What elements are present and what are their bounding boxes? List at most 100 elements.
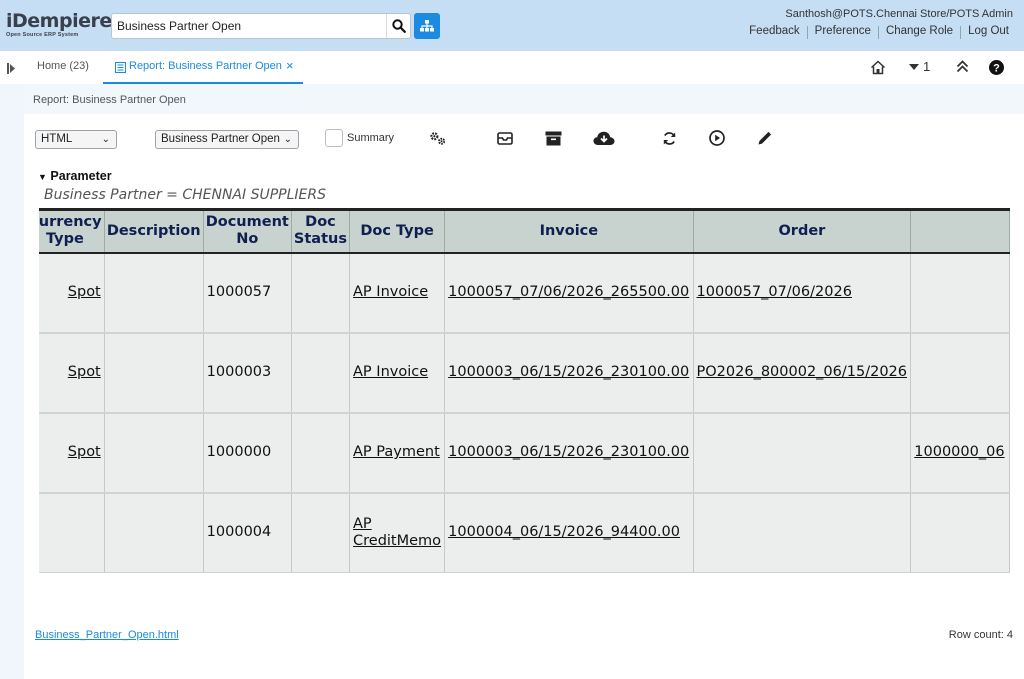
- table-row: Spot 1000057 AP Invoice 1000057_07/06/20…: [39, 252, 1010, 334]
- mail-icon: [497, 131, 513, 145]
- column-header-invoice: Invoice: [444, 208, 694, 254]
- app-header: iDempiere Open Source ERP System Santhos…: [0, 0, 1024, 51]
- cell-extra[interactable]: [910, 332, 1010, 414]
- feedback-link[interactable]: Feedback: [742, 25, 807, 39]
- run-button[interactable]: [708, 129, 726, 147]
- parameter-title: Parameter: [50, 169, 112, 183]
- chevron-down-icon: ⌄: [101, 134, 110, 145]
- cell-doc-status: [290, 492, 351, 573]
- edit-button[interactable]: [756, 129, 774, 147]
- search-input[interactable]: [112, 14, 386, 38]
- cell-order[interactable]: PO2026_800002_06/15/2026: [692, 332, 912, 414]
- breadcrumb-label: Report: Business Partner Open: [33, 94, 186, 106]
- table-row: 1000004 AP CreditMemo 1000004_06/15/2026…: [39, 492, 1010, 573]
- header-links: Feedback Preference Change Role Log Out: [742, 25, 1016, 39]
- cell-doc-status: [290, 252, 351, 334]
- table-row: Spot 1000003 AP Invoice 1000003_06/15/20…: [39, 332, 1010, 414]
- change-role-link[interactable]: Change Role: [879, 25, 960, 39]
- global-search: [111, 13, 411, 39]
- cell-invoice[interactable]: 1000003_06/15/2026_230100.00: [444, 412, 694, 494]
- help-icon: ?: [989, 60, 1004, 75]
- user-info: Santhosh@POTS.Chennai Store/POTS Admin: [785, 8, 1013, 20]
- cell-doc-status: [290, 412, 351, 494]
- output-format-value: HTML: [41, 133, 73, 145]
- search-button[interactable]: [386, 14, 410, 38]
- cell-invoice[interactable]: 1000004_06/15/2026_94400.00: [444, 492, 694, 573]
- cloud-download-icon: [593, 131, 615, 145]
- cell-extra[interactable]: [910, 492, 1010, 573]
- report-toolbar: HTML ⌄ Business Partner Open ⌄ Summary: [24, 121, 1024, 157]
- cell-invoice[interactable]: 1000057_07/06/2026_265500.00: [444, 252, 694, 334]
- parameter-section-toggle[interactable]: ▼ Parameter: [38, 169, 112, 183]
- tab-report-label: Report: Business Partner Open: [129, 60, 282, 72]
- cell-doc-type[interactable]: AP Invoice: [349, 252, 446, 334]
- expand-sidebar-icon: [7, 63, 15, 74]
- export-button[interactable]: [593, 129, 615, 147]
- window-tabbar: Home (23) Report: Business Partner Open …: [0, 51, 1024, 84]
- column-header-doc-type: Doc Type: [349, 208, 446, 254]
- play-circle-icon: [709, 130, 725, 146]
- report-table: Currency Type Description Document No Do…: [39, 208, 1010, 573]
- report-viewer[interactable]: Currency Type Description Document No Do…: [39, 208, 1024, 573]
- cell-currency-type[interactable]: Spot: [39, 252, 105, 334]
- home-button[interactable]: [870, 60, 886, 80]
- cell-extra[interactable]: 1000000_06: [910, 412, 1010, 494]
- archive-button[interactable]: [544, 129, 562, 147]
- customize-button[interactable]: [429, 129, 447, 147]
- window-list-dropdown[interactable]: 1: [909, 60, 930, 74]
- left-sidebar-strip: [0, 84, 24, 679]
- send-mail-button[interactable]: [496, 129, 514, 147]
- cell-invoice[interactable]: 1000003_06/15/2026_230100.00: [444, 332, 694, 414]
- gears-icon: [430, 131, 446, 145]
- cell-order[interactable]: 1000057_07/06/2026: [692, 252, 912, 334]
- svg-text:?: ?: [993, 63, 1000, 75]
- cell-currency-type[interactable]: [39, 492, 105, 573]
- window-count: 1: [923, 59, 931, 74]
- home-icon: [870, 60, 886, 75]
- cell-order[interactable]: [692, 412, 912, 494]
- pencil-icon: [758, 131, 772, 145]
- cell-doc-status: [290, 332, 351, 414]
- print-format-value: Business Partner Open: [161, 133, 280, 145]
- collapse-header-button[interactable]: [956, 60, 969, 78]
- cell-currency-type[interactable]: Spot: [39, 332, 105, 414]
- cell-order[interactable]: [692, 492, 912, 573]
- refresh-button[interactable]: [660, 129, 678, 147]
- table-header-row: Currency Type Description Document No Do…: [39, 208, 1010, 254]
- summary-checkbox[interactable]: [325, 129, 343, 147]
- cell-document-no: 1000003: [202, 332, 292, 414]
- preference-link[interactable]: Preference: [808, 25, 878, 39]
- close-tab-icon[interactable]: ×: [286, 58, 294, 73]
- cell-document-no: 1000057: [202, 252, 292, 334]
- cell-description: [103, 252, 204, 334]
- column-header-document-no: Document No: [202, 208, 292, 254]
- double-chevron-up-icon: [956, 60, 969, 73]
- column-header-doc-status: Doc Status: [290, 208, 351, 254]
- column-header-currency-type: Currency Type: [39, 208, 105, 254]
- column-header-order: Order: [692, 208, 912, 254]
- tab-report[interactable]: Report: Business Partner Open ×: [103, 51, 303, 84]
- cell-doc-type[interactable]: AP Payment: [349, 412, 446, 494]
- report-file-link[interactable]: Business_Partner_Open.html: [35, 629, 179, 641]
- search-icon: [391, 19, 406, 33]
- brand-name: iDempiere: [6, 10, 112, 32]
- print-format-select[interactable]: Business Partner Open ⌄: [155, 130, 299, 149]
- report-icon: [115, 60, 126, 78]
- help-button[interactable]: ?: [989, 60, 1004, 80]
- logout-link[interactable]: Log Out: [961, 25, 1016, 39]
- tab-home[interactable]: Home (23): [37, 60, 89, 72]
- summary-label: Summary: [347, 132, 395, 144]
- cell-doc-type[interactable]: AP CreditMemo: [349, 492, 446, 573]
- sidebar-toggle[interactable]: [7, 61, 16, 79]
- cell-doc-type[interactable]: AP Invoice: [349, 332, 446, 414]
- cell-document-no: 1000000: [202, 412, 292, 494]
- brand-tagline: Open Source ERP System: [6, 32, 79, 38]
- menu-tree-button[interactable]: [414, 13, 440, 39]
- idempiere-logo[interactable]: iDempiere Open Source ERP System: [6, 10, 112, 42]
- cell-currency-type[interactable]: Spot: [39, 412, 105, 494]
- table-row: Spot 1000000 AP Payment 1000003_06/15/20…: [39, 412, 1010, 494]
- sitemap-icon: [420, 20, 434, 32]
- cell-document-no: 1000004: [202, 492, 292, 573]
- cell-extra[interactable]: [910, 252, 1010, 334]
- output-format-select[interactable]: HTML ⌄: [35, 130, 117, 149]
